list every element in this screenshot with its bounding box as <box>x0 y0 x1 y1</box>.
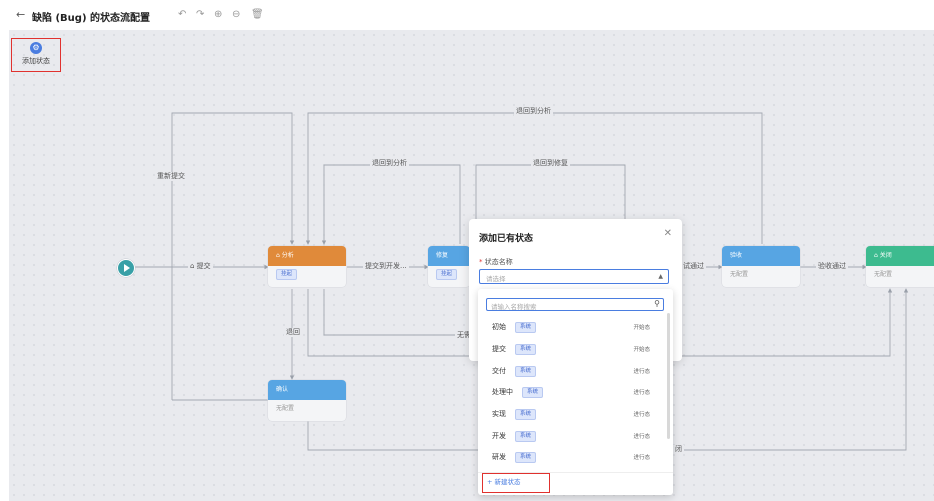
edge-label-back-fix: 退回到修复 <box>531 159 570 168</box>
option-name: 初始 <box>492 323 506 331</box>
option-status: 进行态 <box>633 455 650 461</box>
option-tag: 系统 <box>515 409 537 420</box>
edge-label-back-analyze: 退回到分析 <box>370 159 409 168</box>
edge-no-fix <box>323 289 470 336</box>
state-node-close[interactable]: ⌂ 关闭 无配置 <box>866 246 934 287</box>
node-header: 验收 <box>722 246 800 266</box>
edge-label-resubmit: 重新提交 <box>155 172 187 181</box>
dropdown-option[interactable]: 提交 系统 开始态 <box>478 339 660 360</box>
option-name: 实现 <box>492 410 506 418</box>
state-node-fix[interactable]: 修复 挂起 <box>428 246 470 287</box>
state-node-accept[interactable]: 验收 无配置 <box>722 246 800 287</box>
edge-back-analyze <box>321 164 461 245</box>
close-icon[interactable]: ✕ <box>664 228 672 239</box>
state-node-confirm[interactable]: 确认 无配置 <box>268 380 346 421</box>
option-status: 进行态 <box>633 390 650 396</box>
node-body: 挂起 <box>428 266 470 283</box>
edge-label-accept-pass: 验收通过 <box>816 262 848 271</box>
node-header: ⌂ 关闭 <box>866 246 934 266</box>
edge-label-back-analyze-top: 退回到分析 <box>514 107 553 116</box>
dropdown-option[interactable]: 交付 系统 进行态 <box>478 361 660 382</box>
dropdown-option[interactable]: 开发 系统 进行态 <box>478 426 660 447</box>
node-body: 无配置 <box>874 271 893 278</box>
edge-label-return: 退回 <box>284 328 302 337</box>
option-tag: 系统 <box>515 431 537 442</box>
state-dropdown: 请输入名称搜索 ⚲ 初始 系统 开始态 提交 系统 开始态 交付 系统 进行态 … <box>478 289 673 495</box>
option-name: 处理中 <box>492 388 513 396</box>
edge-label-submit-dev: 提交到开发... <box>363 262 409 271</box>
option-name: 交付 <box>492 367 506 375</box>
dropdown-option[interactable]: 初始 系统 开始态 <box>478 317 660 338</box>
node-header: ⌂ 分析 <box>268 246 346 266</box>
edge-label-submit: ⌂ 提交 <box>188 262 213 271</box>
select-placeholder: 请选择 <box>486 275 506 283</box>
add-state-label: 添加状态 <box>22 57 50 65</box>
option-name: 开发 <box>492 432 506 440</box>
node-body: 无配置 <box>730 271 749 278</box>
dropdown-option[interactable]: 实现 系统 进行态 <box>478 404 660 425</box>
node-body: 挂起 <box>268 266 346 283</box>
search-input[interactable]: 请输入名称搜索 ⚲ <box>486 298 664 311</box>
state-node-analyze[interactable]: ⌂ 分析 挂起 <box>268 246 346 287</box>
edge-label-test-pass: 试通过 <box>681 262 706 271</box>
option-status: 进行态 <box>633 369 650 375</box>
node-body: 无配置 <box>276 405 295 412</box>
option-name: 研发 <box>492 453 506 461</box>
state-name-select[interactable]: 请选择 ▲ <box>479 269 669 284</box>
option-tag: 系统 <box>515 322 537 333</box>
add-state-button[interactable]: ⚙ 添加状态 <box>11 38 61 72</box>
new-state-button[interactable]: + 新建状态 <box>482 473 550 493</box>
chevron-up-icon: ▲ <box>658 273 663 280</box>
option-status: 进行态 <box>633 434 650 440</box>
search-placeholder: 请输入名称搜索 <box>491 303 537 311</box>
option-name: 提交 <box>492 345 506 353</box>
status-tag: 挂起 <box>276 269 298 280</box>
node-header: 修复 <box>428 246 470 266</box>
option-status: 开始态 <box>633 347 650 353</box>
node-header: 确认 <box>268 380 346 400</box>
dropdown-scrollbar[interactable] <box>667 313 670 439</box>
status-tag: 挂起 <box>436 269 458 280</box>
dropdown-option[interactable]: 处理中 系统 进行态 <box>478 382 660 403</box>
state-name-label: * 状态名称 <box>479 258 513 266</box>
start-node[interactable] <box>117 259 135 277</box>
dialog-title: 添加已有状态 <box>479 234 534 244</box>
search-icon: ⚲ <box>654 299 660 308</box>
gear-icon: ⚙ <box>30 42 42 54</box>
option-tag: 系统 <box>515 366 537 377</box>
dropdown-option[interactable]: 研发 系统 进行态 <box>478 447 660 468</box>
edge-label-close: 闭 <box>673 445 684 454</box>
option-status: 开始态 <box>633 325 650 331</box>
option-tag: 系统 <box>515 452 537 463</box>
option-tag: 系统 <box>515 344 537 355</box>
option-tag: 系统 <box>522 387 544 398</box>
option-status: 进行态 <box>633 412 650 418</box>
